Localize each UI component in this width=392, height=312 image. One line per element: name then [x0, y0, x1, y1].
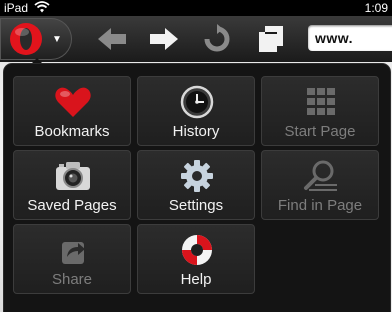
menu-item-history[interactable]: History	[137, 76, 255, 146]
status-bar: iPad 1:09	[0, 0, 392, 16]
address-text: www.	[315, 30, 354, 46]
speed-dial-grid-icon	[301, 85, 341, 119]
clock-icon	[177, 85, 217, 119]
menu-item-label: Settings	[168, 197, 224, 214]
menu-item-help[interactable]: Help	[137, 224, 255, 294]
gear-icon	[177, 159, 217, 193]
menu-item-label: Share	[51, 271, 93, 288]
status-clock: 1:09	[364, 1, 388, 15]
browser-window: iPad 1:09 ▼ www. Bookmarks History Start…	[0, 0, 392, 312]
address-field[interactable]: www.	[308, 25, 392, 51]
menu-item-label: Bookmarks	[34, 123, 110, 140]
opera-logo-icon	[6, 21, 46, 62]
menu-item-saved-pages[interactable]: Saved Pages	[13, 150, 131, 220]
browser-toolbar: ▼ www.	[0, 16, 392, 62]
wifi-icon	[34, 0, 50, 17]
device-name: iPad	[4, 1, 29, 15]
menu-item-label: Find in Page	[277, 197, 363, 214]
chevron-down-icon: ▼	[52, 34, 62, 45]
lifebuoy-icon	[177, 233, 217, 267]
menu-item-label: Saved Pages	[27, 197, 117, 214]
menu-item-find-in-page[interactable]: Find in Page	[261, 150, 379, 220]
share-icon	[53, 233, 93, 267]
reload-icon[interactable]	[201, 24, 233, 59]
camera-icon	[53, 159, 93, 193]
tabs-icon[interactable]	[256, 24, 286, 59]
heart-icon	[53, 85, 93, 119]
forward-arrow-icon[interactable]	[148, 25, 180, 58]
menu-item-label: Start Page	[284, 123, 356, 140]
menu-item-start-page[interactable]: Start Page	[261, 76, 379, 146]
menu-item-settings[interactable]: Settings	[137, 150, 255, 220]
magnifier-icon	[301, 159, 341, 193]
menu-item-label: History	[172, 123, 220, 140]
menu-item-label: Help	[180, 271, 212, 288]
menu-item-share[interactable]: Share	[13, 224, 131, 294]
opera-menu-panel: Bookmarks History Start Page Saved Pages…	[4, 64, 390, 312]
back-arrow-icon[interactable]	[96, 25, 128, 58]
opera-menu-button[interactable]: ▼	[0, 18, 72, 60]
menu-item-bookmarks[interactable]: Bookmarks	[13, 76, 131, 146]
